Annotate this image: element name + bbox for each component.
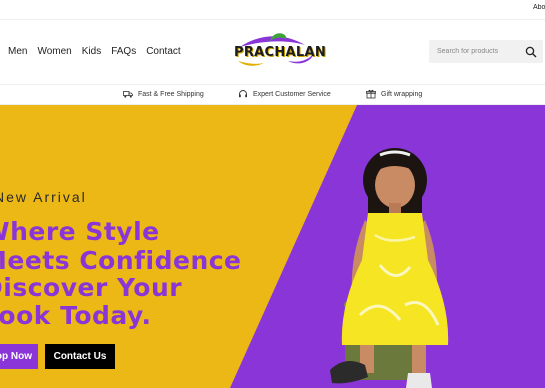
headset-icon <box>239 90 247 98</box>
feature-label: Expert Customer Service <box>253 90 331 98</box>
search-icon[interactable] <box>525 45 537 58</box>
nav-item-contact[interactable]: Contact <box>146 46 180 57</box>
site-header: Men Women Kids FAQs Contact PRACHALAN <box>0 20 545 85</box>
search-box <box>429 40 543 63</box>
hero-headline-line: Discover Your <box>0 273 183 302</box>
site-logo[interactable]: PRACHALAN <box>230 31 326 71</box>
logo-text: PRACHALAN <box>234 45 327 60</box>
about-link[interactable]: About <box>533 4 545 11</box>
truck-icon <box>123 91 133 98</box>
nav-item-women[interactable]: Women <box>37 46 71 57</box>
feature-label: Fast & Free Shipping <box>138 90 204 98</box>
search-input[interactable] <box>437 45 517 58</box>
contact-us-label: Contact Us <box>53 351 107 362</box>
nav-item-faqs[interactable]: FAQs <box>111 46 136 57</box>
shop-now-button[interactable]: Shop Now <box>0 344 38 369</box>
feature-support: Expert Customer Service <box>238 89 331 99</box>
hero-headline-line: Where Style <box>0 217 160 246</box>
shop-now-label: Shop Now <box>0 351 32 362</box>
hero-kicker: New Arrival <box>0 189 87 205</box>
hero-banner: New Arrival Where Style Meets Confidence… <box>0 105 545 388</box>
nav-item-kids[interactable]: Kids <box>82 46 101 57</box>
hero-headline-line: Meets Confidence <box>0 246 242 275</box>
feature-shipping: Fast & Free Shipping <box>123 89 204 99</box>
feature-gift: Gift wrapping <box>366 89 422 99</box>
contact-us-button[interactable]: Contact Us <box>45 344 115 369</box>
features-bar: Fast & Free Shipping Expert Customer Ser… <box>0 85 545 105</box>
top-bar: About <box>0 0 545 20</box>
feature-label: Gift wrapping <box>381 90 423 98</box>
main-nav: Men Women Kids FAQs Contact <box>8 46 181 57</box>
gift-icon <box>366 89 376 99</box>
nav-item-men[interactable]: Men <box>8 46 27 57</box>
hero-headline-line: Look Today. <box>0 301 152 330</box>
hero-model-image <box>330 148 449 388</box>
